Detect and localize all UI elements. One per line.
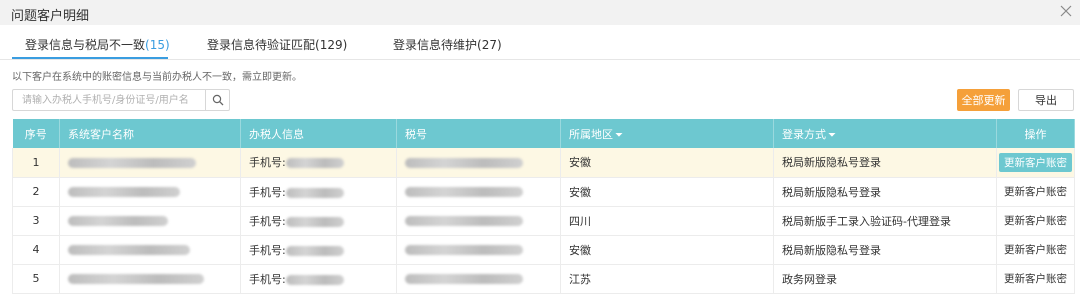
filter-icon[interactable]: ⏷: [615, 130, 623, 141]
cell-taxpayer: 手机号:: [240, 148, 397, 178]
cell-customer-redacted: [59, 148, 241, 178]
close-icon[interactable]: [1058, 3, 1074, 19]
cell-region: 安徽: [560, 177, 774, 207]
cell-customer-redacted: [59, 206, 241, 236]
cell-region: 安徽: [560, 148, 774, 178]
cell-taxpayer: 手机号:: [240, 206, 397, 236]
update-account-button[interactable]: 更新客户账密: [999, 269, 1072, 288]
redacted-text: [285, 158, 344, 169]
redacted-text: [405, 216, 523, 226]
search-icon: [212, 94, 223, 106]
cell-taxpayer: 手机号:: [240, 235, 397, 265]
tab-inconsistent[interactable]: 登录信息与税局不一致(15): [25, 36, 170, 53]
cell-login: 税局新版隐私号登录: [773, 235, 997, 265]
col-header-taxid: 税号: [396, 119, 561, 148]
phone-label: 手机号:: [249, 185, 286, 199]
cell-action: 更新客户账密: [996, 177, 1075, 207]
cell-action: 更新客户账密: [996, 235, 1075, 265]
update-account-button[interactable]: 更新客户账密: [999, 152, 1072, 172]
col-header-region[interactable]: 所属地区 ⏷: [560, 119, 774, 148]
redacted-text: [68, 216, 168, 226]
cell-action: 更新客户账密: [996, 264, 1075, 294]
table-header-row: 序号 系统客户名称 办税人信息 税号 所属地区 ⏷ 登录方式 ⏷ 操作: [12, 119, 1075, 148]
update-account-button[interactable]: 更新客户账密: [999, 211, 1072, 230]
update-account-button[interactable]: 更新客户账密: [999, 182, 1072, 201]
tab-count: (27): [477, 38, 502, 52]
redacted-text: [405, 157, 523, 168]
cell-taxid-redacted: [396, 235, 561, 265]
redacted-text: [68, 245, 190, 255]
redacted-text: [405, 274, 523, 284]
tab-count: (15): [145, 38, 170, 52]
search-box: [12, 89, 230, 111]
redacted-text: [68, 187, 180, 197]
table-row[interactable]: 1 手机号: 安徽 税局新版隐私号登录 更新客户账密: [12, 148, 1075, 178]
col-header-login-label: 登录方式: [782, 127, 826, 141]
cell-action: 更新客户账密: [996, 206, 1075, 236]
table-row[interactable]: 3 手机号: 四川 税局新版手工录入验证码-代理登录 更新客户账密: [12, 206, 1075, 236]
cell-no: 1: [12, 148, 60, 178]
search-input[interactable]: [13, 90, 205, 110]
cell-taxid-redacted: [396, 177, 561, 207]
redacted-text: [68, 157, 196, 168]
redacted-text: [405, 187, 523, 197]
dialog-titlebar: 问题客户明细: [0, 0, 1080, 25]
hint-text: 以下客户在系统中的账密信息与当前办税人不一致，需立即更新。: [12, 72, 302, 83]
col-header-customer: 系统客户名称: [59, 119, 241, 148]
col-header-no: 序号: [12, 119, 60, 148]
update-all-button[interactable]: 全部更新: [957, 89, 1010, 111]
cell-no: 5: [12, 264, 60, 294]
cell-region: 安徽: [560, 235, 774, 265]
tab-label: 登录信息待验证匹配: [207, 38, 316, 52]
filter-icon[interactable]: ⏷: [828, 130, 836, 141]
update-account-button[interactable]: 更新客户账密: [999, 240, 1072, 259]
dialog-title: 问题客户明细: [11, 9, 90, 24]
cell-region: 四川: [560, 206, 774, 236]
tab-pending-verify[interactable]: 登录信息待验证匹配(129): [207, 36, 347, 53]
col-header-taxpayer: 办税人信息: [240, 119, 397, 148]
cell-taxpayer: 手机号:: [240, 264, 397, 294]
tab-count: (129): [315, 38, 348, 52]
cell-taxpayer: 手机号:: [240, 177, 397, 207]
table-row[interactable]: 5 手机号: 江苏 政务网登录 更新客户账密: [12, 264, 1075, 294]
col-header-region-label: 所属地区: [569, 127, 613, 141]
cell-taxid-redacted: [396, 206, 561, 236]
tab-pending-maintain[interactable]: 登录信息待维护(27): [393, 36, 502, 53]
phone-label: 手机号:: [249, 156, 286, 170]
redacted-text: [285, 187, 344, 198]
redacted-text: [285, 274, 344, 285]
cell-taxid-redacted: [396, 148, 561, 178]
cell-customer-redacted: [59, 264, 241, 294]
cell-action: 更新客户账密: [996, 148, 1075, 178]
tab-label: 登录信息与税局不一致: [25, 38, 146, 52]
phone-label: 手机号:: [249, 272, 286, 286]
tab-label: 登录信息待维护: [393, 38, 478, 52]
redacted-text: [405, 245, 523, 255]
export-button[interactable]: 导出: [1018, 89, 1074, 111]
phone-label: 手机号:: [249, 214, 286, 228]
cell-customer-redacted: [59, 177, 241, 207]
cell-no: 3: [12, 206, 60, 236]
cell-no: 4: [12, 235, 60, 265]
cell-login: 税局新版手工录入验证码-代理登录: [773, 206, 997, 236]
search-button[interactable]: [205, 90, 229, 110]
col-header-action: 操作: [996, 119, 1075, 148]
redacted-text: [285, 216, 344, 227]
redacted-text: [285, 245, 344, 256]
cell-login: 政务网登录: [773, 264, 997, 294]
tabs-divider: [0, 59, 1080, 60]
cell-login: 税局新版隐私号登录: [773, 148, 997, 178]
phone-label: 手机号:: [249, 243, 286, 257]
cell-login: 税局新版隐私号登录: [773, 177, 997, 207]
redacted-text: [68, 274, 204, 284]
table-row[interactable]: 4 手机号: 安徽 税局新版隐私号登录 更新客户账密: [12, 235, 1075, 265]
cell-no: 2: [12, 177, 60, 207]
table-row[interactable]: 2 手机号: 安徽 税局新版隐私号登录 更新客户账密: [12, 177, 1075, 207]
col-header-login[interactable]: 登录方式 ⏷: [773, 119, 997, 148]
customer-table: 序号 系统客户名称 办税人信息 税号 所属地区 ⏷ 登录方式 ⏷ 操作 1 手机号:…: [12, 119, 1075, 294]
tab-bar: 登录信息与税局不一致(15) 登录信息待验证匹配(129) 登录信息待维护(27…: [0, 25, 1080, 59]
cell-taxid-redacted: [396, 264, 561, 294]
cell-region: 江苏: [560, 264, 774, 294]
cell-customer-redacted: [59, 235, 241, 265]
